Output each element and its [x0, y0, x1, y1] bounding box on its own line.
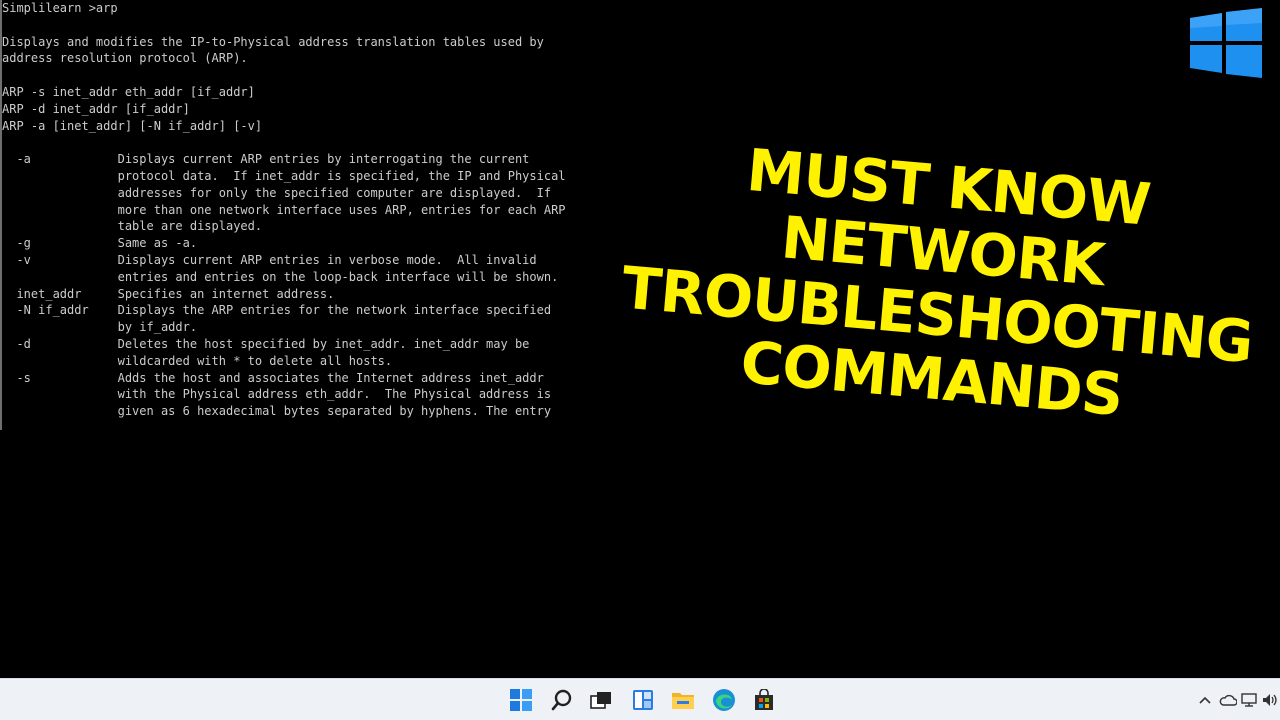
- terminal-line: entries and entries on the loop-back int…: [2, 269, 559, 284]
- terminal-line: Simplilearn >arp: [2, 1, 118, 15]
- store-icon[interactable]: [752, 688, 776, 712]
- terminal-line: inet_addr Specifies an internet address.: [2, 286, 335, 301]
- windows-logo-icon: [1190, 8, 1262, 78]
- search-icon[interactable]: [550, 688, 574, 712]
- chevron-up-icon[interactable]: [1197, 691, 1213, 709]
- terminal-line: wildcarded with * to delete all hosts.: [2, 353, 393, 368]
- terminal-output: Simplilearn >arp Displays and modifies th…: [2, 0, 566, 420]
- network-icon[interactable]: [1240, 691, 1260, 709]
- terminal-line: more than one network interface uses ARP…: [2, 202, 566, 217]
- terminal-line: protocol data. If inet_addr is specified…: [2, 168, 566, 183]
- terminal-line: ARP -a [inet_addr] [-N if_addr] [-v]: [2, 118, 263, 133]
- terminal-line: -a Displays current ARP entries by inter…: [2, 152, 530, 167]
- onedrive-cloud-icon[interactable]: [1218, 691, 1238, 709]
- terminal-line: -d Deletes the host specified by inet_ad…: [2, 336, 530, 351]
- terminal-line: Displays and modifies the IP-to-Physical…: [2, 34, 544, 49]
- terminal-line: -g Same as -a.: [2, 236, 198, 251]
- headline-overlay: MUST KNOW NETWORK TROUBLESHOOTING COMMANDS: [610, 128, 1270, 439]
- terminal-line: ARP -d inet_addr [if_addr]: [2, 101, 190, 116]
- terminal-line: ARP -s inet_addr eth_addr [if_addr]: [2, 84, 255, 99]
- terminal-line: -s Adds the host and associates the Inte…: [2, 370, 544, 385]
- terminal-line: with the Physical address eth_addr. The …: [2, 387, 552, 402]
- widgets-icon[interactable]: [631, 688, 655, 712]
- terminal-window: Simplilearn >arp Displays and modifies th…: [0, 0, 640, 430]
- task-view-icon[interactable]: [589, 688, 613, 712]
- terminal-line: addresses for only the specified compute…: [2, 185, 552, 200]
- edge-browser-icon[interactable]: [712, 688, 736, 712]
- taskbar: [0, 678, 1280, 720]
- terminal-line: by if_addr.: [2, 320, 198, 335]
- terminal-line: -N if_addr Displays the ARP entries for …: [2, 303, 552, 318]
- terminal-line: given as 6 hexadecimal bytes separated b…: [2, 404, 552, 419]
- terminal-line: address resolution protocol (ARP).: [2, 51, 248, 66]
- terminal-line: table are displayed.: [2, 219, 263, 234]
- volume-icon[interactable]: [1261, 691, 1279, 709]
- windows-start-icon[interactable]: [509, 688, 533, 712]
- file-explorer-icon[interactable]: [671, 688, 695, 712]
- terminal-line: -v Displays current ARP entries in verbo…: [2, 252, 537, 267]
